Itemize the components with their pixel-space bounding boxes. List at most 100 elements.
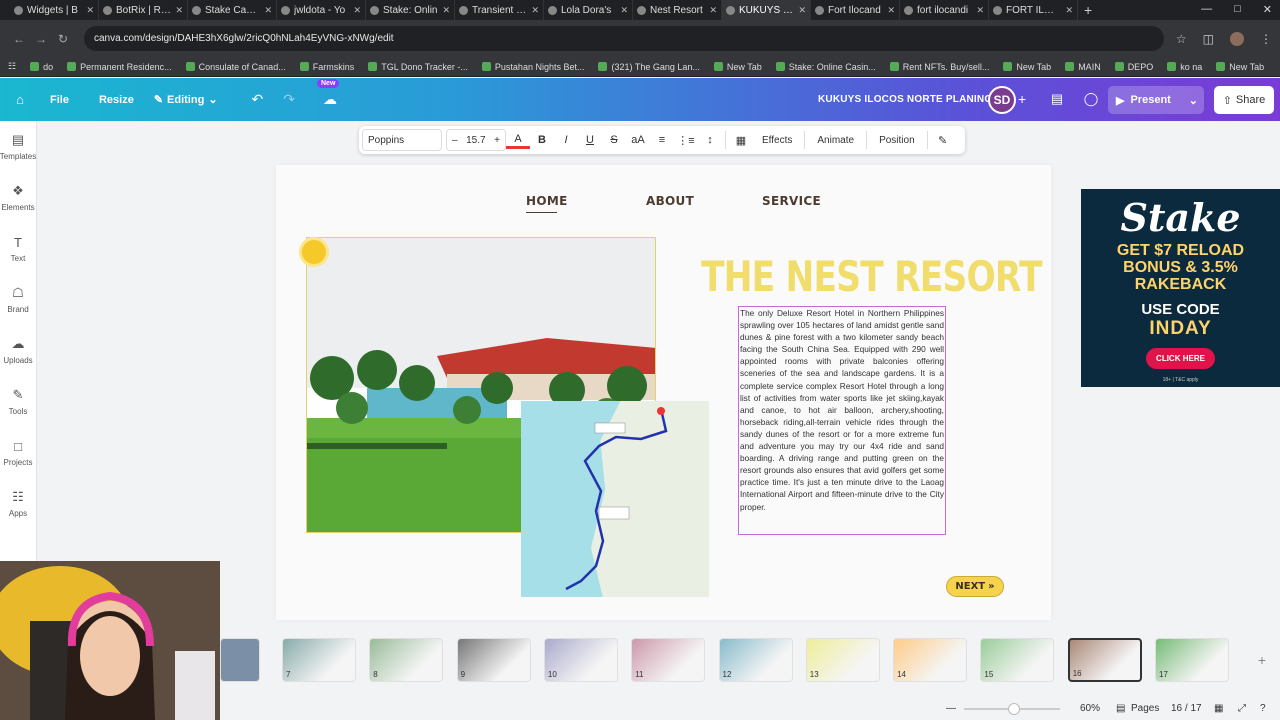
back-icon[interactable]: ←	[8, 32, 30, 46]
editing-menu[interactable]: ✎ Editing ⌄	[154, 93, 218, 107]
fullscreen-icon[interactable]: ⤢	[1238, 703, 1246, 714]
transparency-icon[interactable]: ▦	[729, 134, 753, 147]
add-collaborator-icon[interactable]: +	[1018, 91, 1026, 107]
font-size-value[interactable]: 15.7	[466, 135, 485, 146]
grid-view-icon[interactable]: ▦	[1214, 703, 1223, 714]
browser-tab[interactable]: Transient Ho ✕	[455, 0, 544, 20]
bookmark-item[interactable]: TGL Dono Tracker -...	[368, 62, 468, 72]
bookmark-item[interactable]: do	[30, 62, 53, 72]
pages-button[interactable]: Pages	[1131, 703, 1159, 714]
notes-icon[interactable]: —	[946, 703, 956, 714]
tab-close-icon[interactable]: ✕	[1065, 5, 1073, 16]
forward-icon[interactable]: →	[30, 32, 52, 46]
resort-description[interactable]: The only Deluxe Resort Hotel in Northern…	[738, 306, 946, 535]
bookmark-item[interactable]: (321) The Gang Lan...	[598, 62, 700, 72]
sidebar-item-projects[interactable]: □ Projects	[0, 427, 36, 478]
animate-button[interactable]: Animate	[808, 135, 863, 146]
italic-icon[interactable]: I	[554, 134, 578, 146]
page-thumbnail[interactable]: 14	[893, 638, 968, 682]
tab-close-icon[interactable]: ✕	[353, 5, 361, 16]
new-tab-icon[interactable]: +	[1084, 2, 1092, 18]
extensions-icon[interactable]: ◫	[1203, 32, 1214, 46]
url-field[interactable]: canva.com/design/DAHE3hX6glw/2ricQ0hNLah…	[84, 26, 1164, 51]
page-thumbnail[interactable]: 11	[631, 638, 706, 682]
sidebar-item-uploads[interactable]: ☁ Uploads	[0, 325, 36, 376]
sidebar-item-brand[interactable]: ☖ Brand	[0, 274, 36, 325]
home-icon[interactable]: ⌂	[2, 92, 38, 107]
tab-close-icon[interactable]: ✕	[442, 5, 450, 16]
bookmark-item[interactable]: Pustahan Nights Bet...	[481, 62, 584, 72]
page-thumbnail[interactable]	[220, 638, 260, 682]
font-size-stepper[interactable]: –15.7 +	[446, 129, 506, 151]
maximize-icon[interactable]: □	[1234, 3, 1241, 16]
increase-size-icon[interactable]: +	[494, 135, 500, 146]
slide-nav-about[interactable]: ABOUT	[646, 194, 694, 208]
bookmark-item[interactable]: New Tab	[1216, 62, 1264, 72]
bookmark-item[interactable]: New Tab	[1003, 62, 1051, 72]
decrease-size-icon[interactable]: –	[452, 135, 458, 146]
browser-tab[interactable]: FORT ILOCA ✕	[989, 0, 1078, 20]
font-family-select[interactable]: Poppins	[362, 129, 442, 151]
tab-close-icon[interactable]: ✕	[976, 5, 984, 16]
redo-icon[interactable]: ↷	[283, 91, 295, 108]
strikethrough-icon[interactable]: S	[602, 134, 626, 146]
sidebar-item-elements[interactable]: ❖ Elements	[0, 172, 36, 223]
comment-icon[interactable]: ◯	[1080, 86, 1102, 112]
page-thumbnail[interactable]: 13	[805, 638, 880, 682]
text-color-icon[interactable]: A	[506, 132, 530, 149]
page-thumbnail[interactable]: 16	[1067, 638, 1142, 682]
bold-icon[interactable]: B	[530, 134, 554, 146]
align-icon[interactable]: ≡	[650, 134, 674, 146]
design-title[interactable]: KUKUYS ILOCOS NORTE PLANING	[818, 94, 992, 105]
browser-tab[interactable]: Widgets | B ✕	[10, 0, 99, 20]
sidebar-item-tools[interactable]: ✎ Tools	[0, 376, 36, 427]
bookmark-item[interactable]: ko na	[1167, 62, 1202, 72]
apps-grid-icon[interactable]: ☷	[8, 61, 16, 72]
help-icon[interactable]: ?	[1260, 703, 1266, 714]
bookmark-item[interactable]: Permanent Residenc...	[67, 62, 172, 72]
zoom-value[interactable]: 60%	[1080, 703, 1100, 714]
copy-style-icon[interactable]: ✎	[931, 134, 955, 147]
list-icon[interactable]: ⋮≡	[674, 134, 698, 147]
browser-tab[interactable]: Fort Ilocand ✕	[811, 0, 900, 20]
tab-close-icon[interactable]: ✕	[798, 5, 806, 16]
underline-icon[interactable]: U	[578, 134, 602, 146]
bookmark-item[interactable]: Consulate of Canad...	[185, 62, 286, 72]
letter-case-icon[interactable]: aA	[626, 134, 650, 146]
bookmark-item[interactable]: New Tab	[713, 62, 762, 72]
page-thumbnail[interactable]: 8	[369, 638, 444, 682]
browser-tab[interactable]: Nest Resort ✕	[633, 0, 722, 20]
page-thumbnail[interactable]: 10	[543, 638, 618, 682]
browser-tab[interactable]: BotRix | Raffl ✕	[99, 0, 188, 20]
next-button[interactable]: NEXT»	[946, 576, 1004, 597]
tab-close-icon[interactable]: ✕	[709, 5, 717, 16]
share-button[interactable]: ⇧ Share	[1214, 86, 1274, 114]
present-button[interactable]: ▶ Present ⌄	[1108, 86, 1204, 114]
bookmark-item[interactable]: Stake: Online Casin...	[775, 62, 876, 72]
tab-close-icon[interactable]: ✕	[620, 5, 628, 16]
browser-tab[interactable]: jwldota - Yo ✕	[277, 0, 366, 20]
page-thumbnail[interactable]: 15	[980, 638, 1055, 682]
user-avatar[interactable]: SD	[988, 86, 1016, 114]
tab-close-icon[interactable]: ✕	[531, 5, 539, 16]
slide-title[interactable]: THE NEST RESORT	[701, 252, 1043, 301]
zoom-slider-handle[interactable]	[1008, 703, 1020, 715]
browser-tab[interactable]: KUKUYS ILC ✕	[722, 0, 811, 20]
slide-nav-home[interactable]: HOME	[526, 194, 568, 208]
file-menu[interactable]: File	[50, 94, 69, 106]
insights-icon[interactable]: ▤	[1046, 86, 1068, 112]
bookmark-item[interactable]: DEPO	[1114, 62, 1153, 72]
tab-close-icon[interactable]: ✕	[86, 5, 94, 16]
reload-icon[interactable]: ↻	[52, 32, 74, 46]
pages-grid-icon[interactable]: ▤	[1116, 703, 1125, 714]
sidebar-item-text[interactable]: T Text	[0, 223, 36, 274]
tab-close-icon[interactable]: ✕	[887, 5, 895, 16]
profile-avatar[interactable]	[1230, 31, 1244, 46]
slide-nav-service[interactable]: SERVICE	[762, 194, 821, 208]
spacing-icon[interactable]: ↕	[698, 134, 722, 146]
effects-button[interactable]: Effects	[753, 135, 801, 146]
browser-tab[interactable]: Lola Dora's ✕	[544, 0, 633, 20]
sidebar-item-apps[interactable]: ☷ Apps	[0, 478, 36, 529]
undo-icon[interactable]: ↶	[252, 91, 264, 108]
minimize-icon[interactable]: —	[1201, 3, 1212, 16]
